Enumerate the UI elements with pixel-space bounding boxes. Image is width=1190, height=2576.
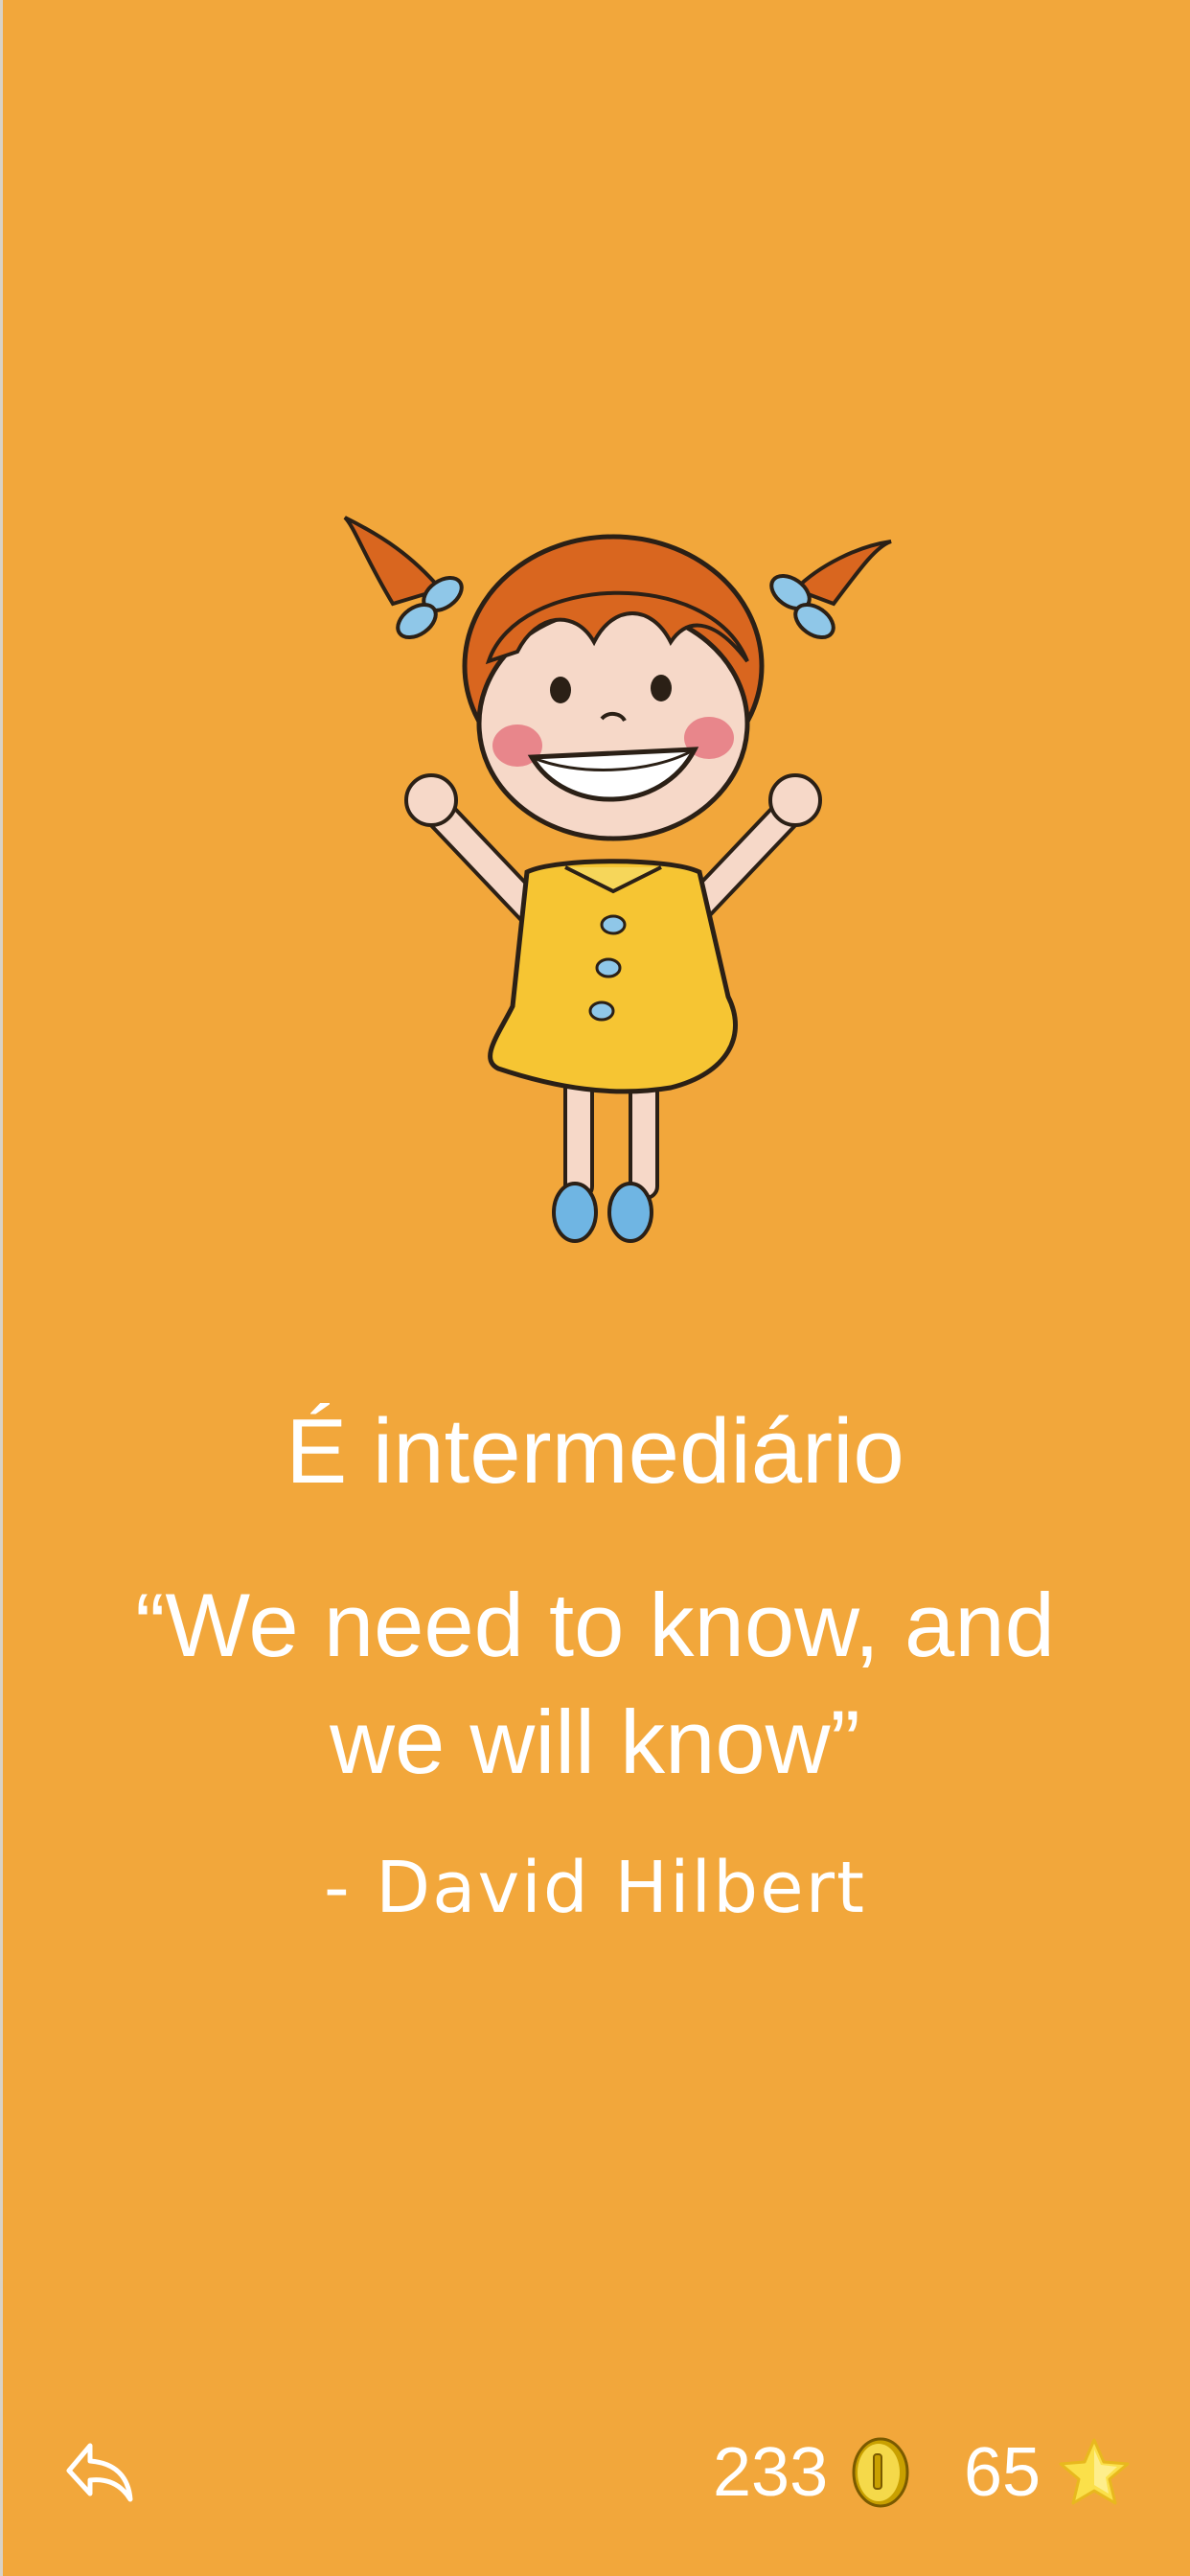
share-arrow-icon xyxy=(66,2443,133,2502)
bottom-bar: 233 65 xyxy=(0,2415,1190,2530)
happy-girl-illustration xyxy=(343,516,892,1243)
share-button[interactable] xyxy=(61,2434,138,2511)
coin-icon xyxy=(852,2437,909,2508)
coin-counter: 233 xyxy=(713,2428,910,2517)
level-title: É intermediário xyxy=(286,1400,904,1503)
quote-text: “We need to know, and we will know” xyxy=(135,1575,1055,1792)
star-count: 65 xyxy=(964,2434,1041,2511)
coin-count: 233 xyxy=(713,2434,829,2511)
result-screen: É intermediário “We need to know, and we… xyxy=(0,0,1190,2576)
star-icon xyxy=(1059,2438,1130,2505)
star-counter: 65 xyxy=(964,2428,1131,2517)
left-edge-divider xyxy=(0,0,3,2576)
quote-author: - David Hilbert xyxy=(323,1847,867,1929)
